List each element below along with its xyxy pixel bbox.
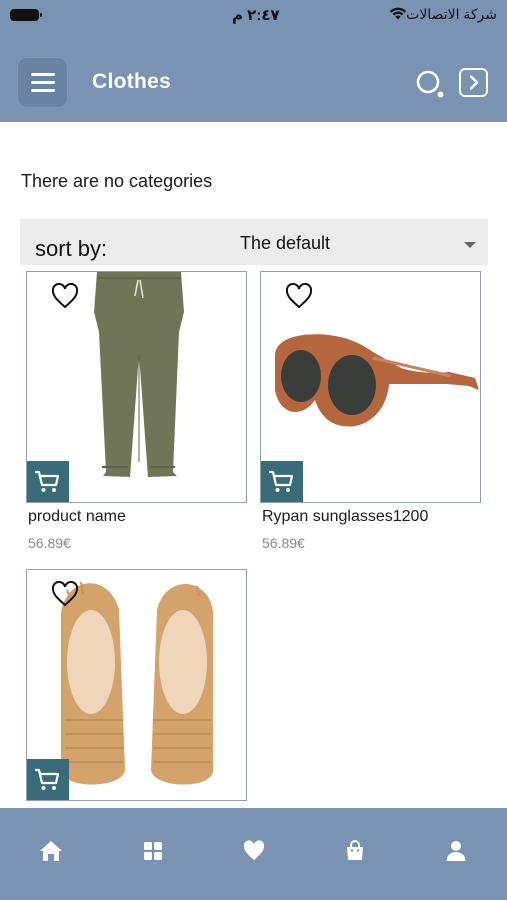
product-price: 56.89€ <box>262 535 305 551</box>
add-to-cart-button[interactable] <box>27 461 69 502</box>
forward-button[interactable] <box>459 68 488 97</box>
heart-icon[interactable] <box>51 581 79 607</box>
status-time: ٢:٤٧ م <box>232 7 280 24</box>
page-title: Clothes <box>92 70 172 93</box>
app-header: ٢:٤٧ م شركة الاتصالات Clothes <box>0 0 507 122</box>
cart-icon <box>35 768 60 790</box>
sort-label: sort by: <box>35 236 108 261</box>
product-card[interactable] <box>260 271 481 503</box>
add-to-cart-button[interactable] <box>27 759 69 800</box>
nav-cart[interactable] <box>342 838 368 864</box>
bag-icon <box>347 840 363 860</box>
sort-selected-value: The default <box>240 233 331 253</box>
nav-categories[interactable] <box>140 838 166 864</box>
menu-button[interactable] <box>18 58 67 107</box>
heart-icon[interactable] <box>285 283 313 309</box>
product-card[interactable] <box>26 569 247 801</box>
heart-icon[interactable] <box>51 283 79 309</box>
status-bar: ٢:٤٧ م شركة الاتصالات <box>0 0 507 30</box>
heart-icon <box>243 840 265 860</box>
battery-icon <box>10 9 42 21</box>
bottom-nav <box>0 808 507 900</box>
product-name[interactable]: product name <box>28 508 126 526</box>
cart-icon <box>35 470 60 492</box>
chevron-right-icon <box>469 75 479 90</box>
nav-profile[interactable] <box>443 838 469 864</box>
nav-favorites[interactable] <box>241 838 267 864</box>
search-icon[interactable] <box>414 68 446 100</box>
user-icon <box>446 841 466 861</box>
grid-icon <box>144 842 162 860</box>
cart-icon <box>269 470 294 492</box>
caret-down-icon <box>464 242 476 248</box>
product-price: 56.89€ <box>28 535 71 551</box>
empty-categories-text: There are no categories <box>21 171 213 191</box>
product-name[interactable]: Rypan sunglasses1200 <box>262 508 428 526</box>
home-icon <box>40 841 62 861</box>
product-card[interactable] <box>26 271 247 503</box>
wifi-icon <box>389 7 407 20</box>
sort-dropdown[interactable]: sort by: The default <box>20 219 488 265</box>
carrier-name: شركة الاتصالات <box>406 6 497 22</box>
nav-home[interactable] <box>38 838 64 864</box>
add-to-cart-button[interactable] <box>261 461 303 502</box>
menu-icon <box>31 73 55 76</box>
